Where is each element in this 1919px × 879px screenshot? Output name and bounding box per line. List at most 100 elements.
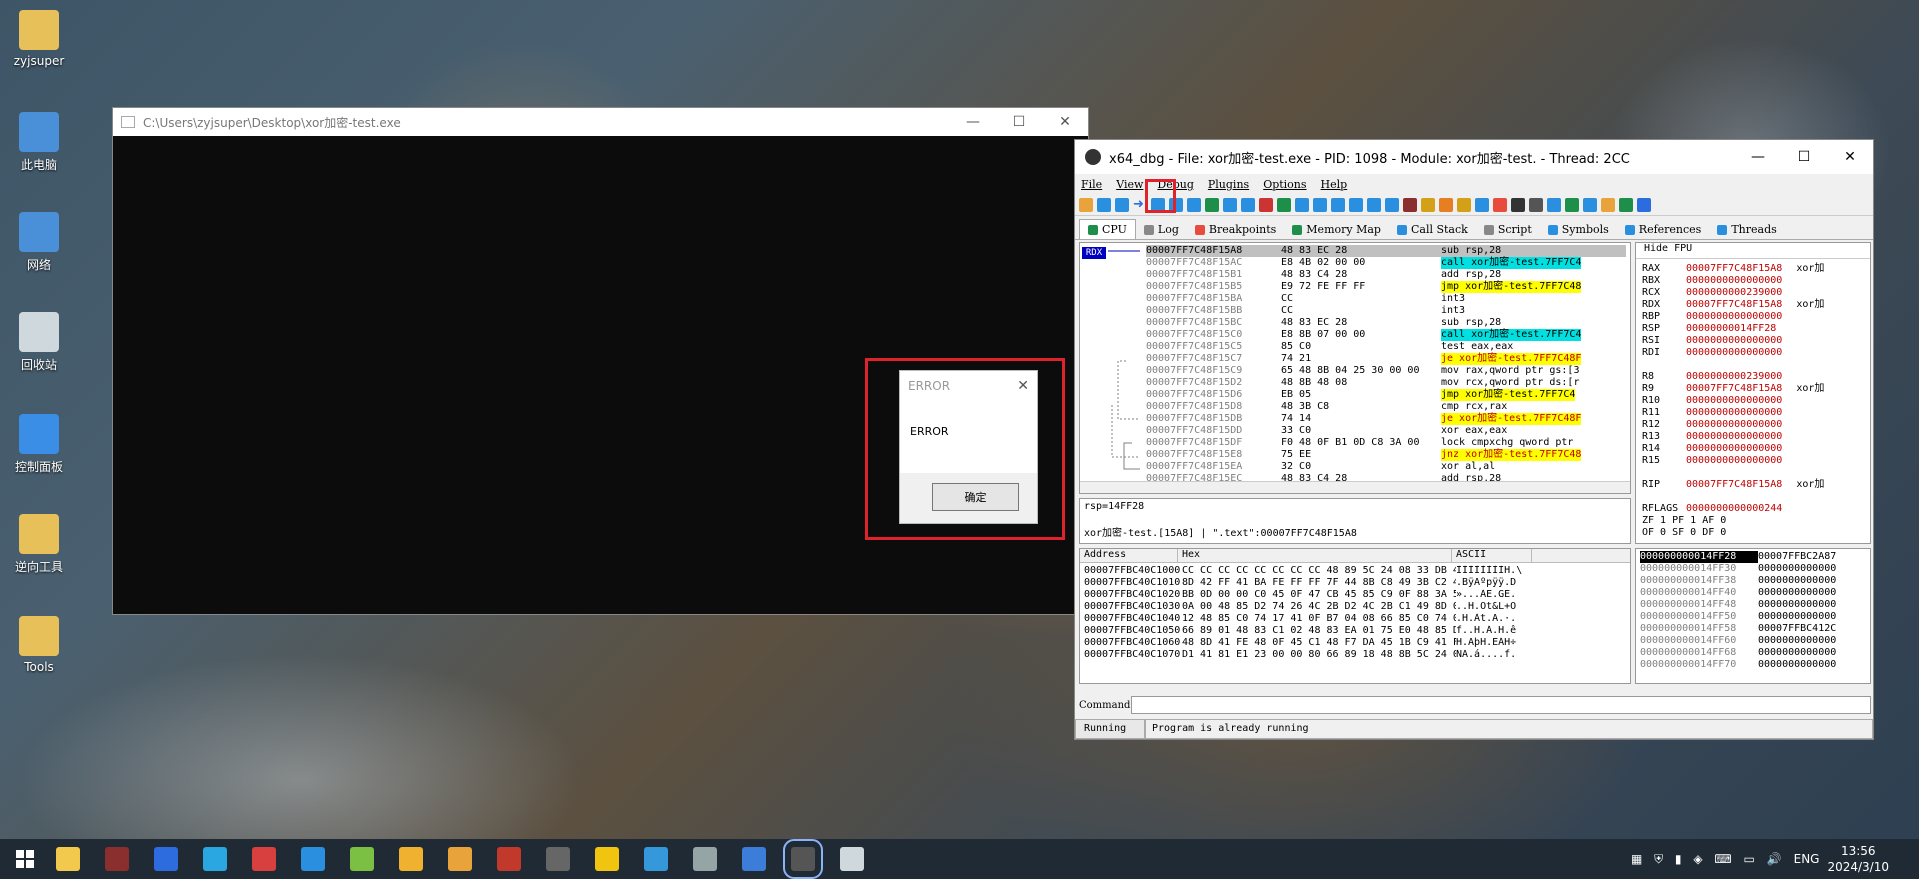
register-row[interactable]: RFLAGS 0000000000000244 — [1642, 503, 1864, 515]
disasm-row[interactable]: 00007FF7C48F15DF F0 48 0F B1 0D C8 3A 00 l… — [1146, 437, 1626, 449]
stack-row[interactable]: 000000000014FF48 0000000000000 — [1640, 599, 1866, 611]
register-row[interactable]: RDX 00007FF7C48F15A8 xor加 — [1642, 299, 1864, 311]
calc-icon[interactable] — [1547, 197, 1561, 212]
disasm-row[interactable]: 00007FF7C48F15C5 85 C0 test eax,eax — [1146, 341, 1626, 353]
bug-icon[interactable] — [1619, 197, 1633, 212]
disasm-row[interactable]: 00007FF7C48F15A8 48 83 EC 28 sub rsp,28 — [1146, 245, 1626, 257]
register-row[interactable]: RBP 0000000000000000 — [1642, 311, 1864, 323]
close-icon[interactable]: ✕ — [1017, 378, 1029, 394]
desktop-icon[interactable]: 网络 — [8, 212, 70, 273]
stack-row[interactable]: 000000000014FF60 0000000000000 — [1640, 635, 1866, 647]
menu-item-plugins[interactable]: Plugins — [1208, 178, 1249, 191]
function-icon[interactable] — [1475, 197, 1489, 212]
windows-start-icon[interactable] — [16, 850, 34, 868]
disasm-row[interactable]: 00007FF7C48F15BC 48 83 EC 28 sub rsp,28 — [1146, 317, 1626, 329]
expression-icon[interactable] — [1385, 197, 1399, 212]
memory-icon[interactable] — [1295, 197, 1309, 212]
registers-pane[interactable]: Hide FPU RAX 00007FF7C48F15A8 xor加 RBX 00000… — [1635, 242, 1871, 544]
switch-icon[interactable] — [546, 847, 570, 871]
tab-cpu[interactable]: CPU — [1079, 219, 1136, 239]
hex-tool-icon[interactable] — [252, 847, 276, 871]
menu-item-file[interactable]: File — [1081, 178, 1102, 191]
dump-row[interactable]: 00007FFBC40C1010 8D 42 FF 41 BA FE FF FF … — [1084, 577, 1626, 589]
notepadpp-icon[interactable] — [350, 847, 374, 871]
disasm-row[interactable]: 00007FF7C48F15B5 E9 72 FE FF FF jmp xor加密-… — [1146, 281, 1626, 293]
comment-icon[interactable] — [1421, 197, 1435, 212]
desktop-icon[interactable]: 此电脑 — [8, 112, 70, 173]
register-row[interactable] — [1642, 491, 1864, 503]
desktop-icon[interactable]: 回收站 — [8, 312, 70, 373]
tab-memory-map[interactable]: Memory Map — [1284, 220, 1389, 239]
register-row[interactable] — [1642, 467, 1864, 479]
highlight-icon[interactable] — [1493, 197, 1507, 212]
step-over-icon[interactable] — [1187, 197, 1201, 212]
remote-icon[interactable] — [693, 847, 717, 871]
dump-header-hex[interactable]: Hex — [1178, 549, 1452, 562]
edge-icon[interactable] — [301, 847, 325, 871]
command-input[interactable] — [1131, 696, 1871, 714]
stack-row[interactable]: 000000000014FF68 0000000000000 — [1640, 647, 1866, 659]
register-row[interactable]: R10 0000000000000000 — [1642, 395, 1864, 407]
winhex-icon[interactable] — [595, 847, 619, 871]
disasm-row[interactable]: 00007FF7C48F15EA 32 C0 xor al,al — [1146, 461, 1626, 473]
tab-script[interactable]: Script — [1476, 220, 1540, 239]
disasm-row[interactable]: 00007FF7C48F15B1 48 83 C4 28 add rsp,28 — [1146, 269, 1626, 281]
register-row[interactable]: RBX 0000000000000000 — [1642, 275, 1864, 287]
plugin-icon[interactable] — [1583, 197, 1597, 212]
label-icon[interactable] — [1439, 197, 1453, 212]
wireshark-icon[interactable] — [742, 847, 766, 871]
register-row[interactable]: R15 0000000000000000 — [1642, 455, 1864, 467]
error-dialog[interactable]: ERROR ✕ ERROR 确定 — [899, 370, 1038, 524]
dump-header-address[interactable]: Address — [1080, 549, 1178, 562]
disasm-row[interactable]: 00007FF7C48F15C0 E8 8B 07 00 00 call xor加密… — [1146, 329, 1626, 341]
ok-button[interactable]: 确定 — [932, 483, 1019, 511]
stack-row[interactable]: 000000000014FF58 00007FFBC412C — [1640, 623, 1866, 635]
vscode-icon[interactable] — [203, 847, 227, 871]
register-row[interactable]: RSI 0000000000000000 — [1642, 335, 1864, 347]
register-row[interactable]: RIP 00007FF7C48F15A8 xor加 — [1642, 479, 1864, 491]
minimize-button[interactable]: — — [1735, 149, 1781, 165]
run-to-user-icon[interactable] — [1223, 197, 1237, 212]
desktop-icon[interactable]: 控制面板 — [8, 414, 70, 475]
tab-references[interactable]: References — [1617, 220, 1710, 239]
disasm-row[interactable]: 00007FF7C48F15DB 74 14 je xor加密-test.7FF7C… — [1146, 413, 1626, 425]
debugger-bug-icon[interactable] — [105, 847, 129, 871]
restart-icon[interactable] — [1097, 197, 1111, 212]
font-icon[interactable] — [1511, 197, 1525, 212]
register-row[interactable]: RDI 0000000000000000 — [1642, 347, 1864, 359]
disasm-row[interactable]: 00007FF7C48F15E8 75 EE jnz xor加密-test.7FF7… — [1146, 449, 1626, 461]
animate-icon[interactable] — [1241, 197, 1255, 212]
memory-dump-pane[interactable]: Address Hex ASCII 00007FFBC40C1000 CC CC CC… — [1079, 548, 1631, 684]
disasm-row[interactable]: 00007FF7C48F15BB CC int3 — [1146, 305, 1626, 317]
debugger-title-bar[interactable]: x64_dbg - File: xor加密-test.exe - PID: 10… — [1075, 140, 1873, 174]
tab-breakpoints[interactable]: Breakpoints — [1187, 220, 1284, 239]
clock[interactable]: 13:56 2024/3/10 — [1827, 843, 1889, 875]
hide-fpu-button[interactable]: Hide FPU — [1636, 243, 1870, 259]
stack-pane[interactable]: 000000000014FF28 00007FFBC2A87 00000000001… — [1635, 548, 1871, 684]
stack-row[interactable]: 000000000014FF50 0000000000000 — [1640, 611, 1866, 623]
register-row[interactable]: R9 00007FF7C48F15A8 xor加 — [1642, 383, 1864, 395]
dump-row[interactable]: 00007FFBC40C1030 0A 00 48 85 D2 74 26 4C … — [1084, 601, 1626, 613]
dump-row[interactable]: 00007FFBC40C1020 BB 0D 00 00 C0 45 0F 47 … — [1084, 589, 1626, 601]
trace-icon[interactable] — [1313, 197, 1327, 212]
info-icon[interactable] — [1637, 197, 1651, 212]
network-tool-icon[interactable] — [644, 847, 668, 871]
minimize-button[interactable]: — — [950, 114, 996, 130]
debugger-window[interactable]: x64_dbg - File: xor加密-test.exe - PID: 10… — [1074, 139, 1874, 740]
menu-item-help[interactable]: Help — [1321, 178, 1348, 191]
menu-item-view[interactable]: View — [1116, 178, 1143, 191]
search-icon[interactable] — [1331, 197, 1345, 212]
chrome-icon[interactable] — [448, 847, 472, 871]
tab-log[interactable]: Log — [1136, 220, 1187, 239]
file-explorer-icon[interactable] — [56, 847, 80, 871]
disasm-row[interactable]: 00007FF7C48F15AC E8 4B 02 00 00 call xor加密… — [1146, 257, 1626, 269]
bookmark-icon[interactable] — [1457, 197, 1471, 212]
tab-symbols[interactable]: Symbols — [1540, 220, 1617, 239]
goto-icon[interactable] — [1367, 197, 1381, 212]
tab-call-stack[interactable]: Call Stack — [1389, 220, 1476, 239]
maximize-button[interactable]: ☐ — [996, 114, 1042, 130]
disasm-row[interactable]: 00007FF7C48F15C9 65 48 8B 04 25 30 00 00 m… — [1146, 365, 1626, 377]
find-icon[interactable] — [1349, 197, 1363, 212]
dump-row[interactable]: 00007FFBC40C1070 D1 41 81 E1 23 00 00 80 … — [1084, 649, 1626, 661]
register-row[interactable]: R14 0000000000000000 — [1642, 443, 1864, 455]
